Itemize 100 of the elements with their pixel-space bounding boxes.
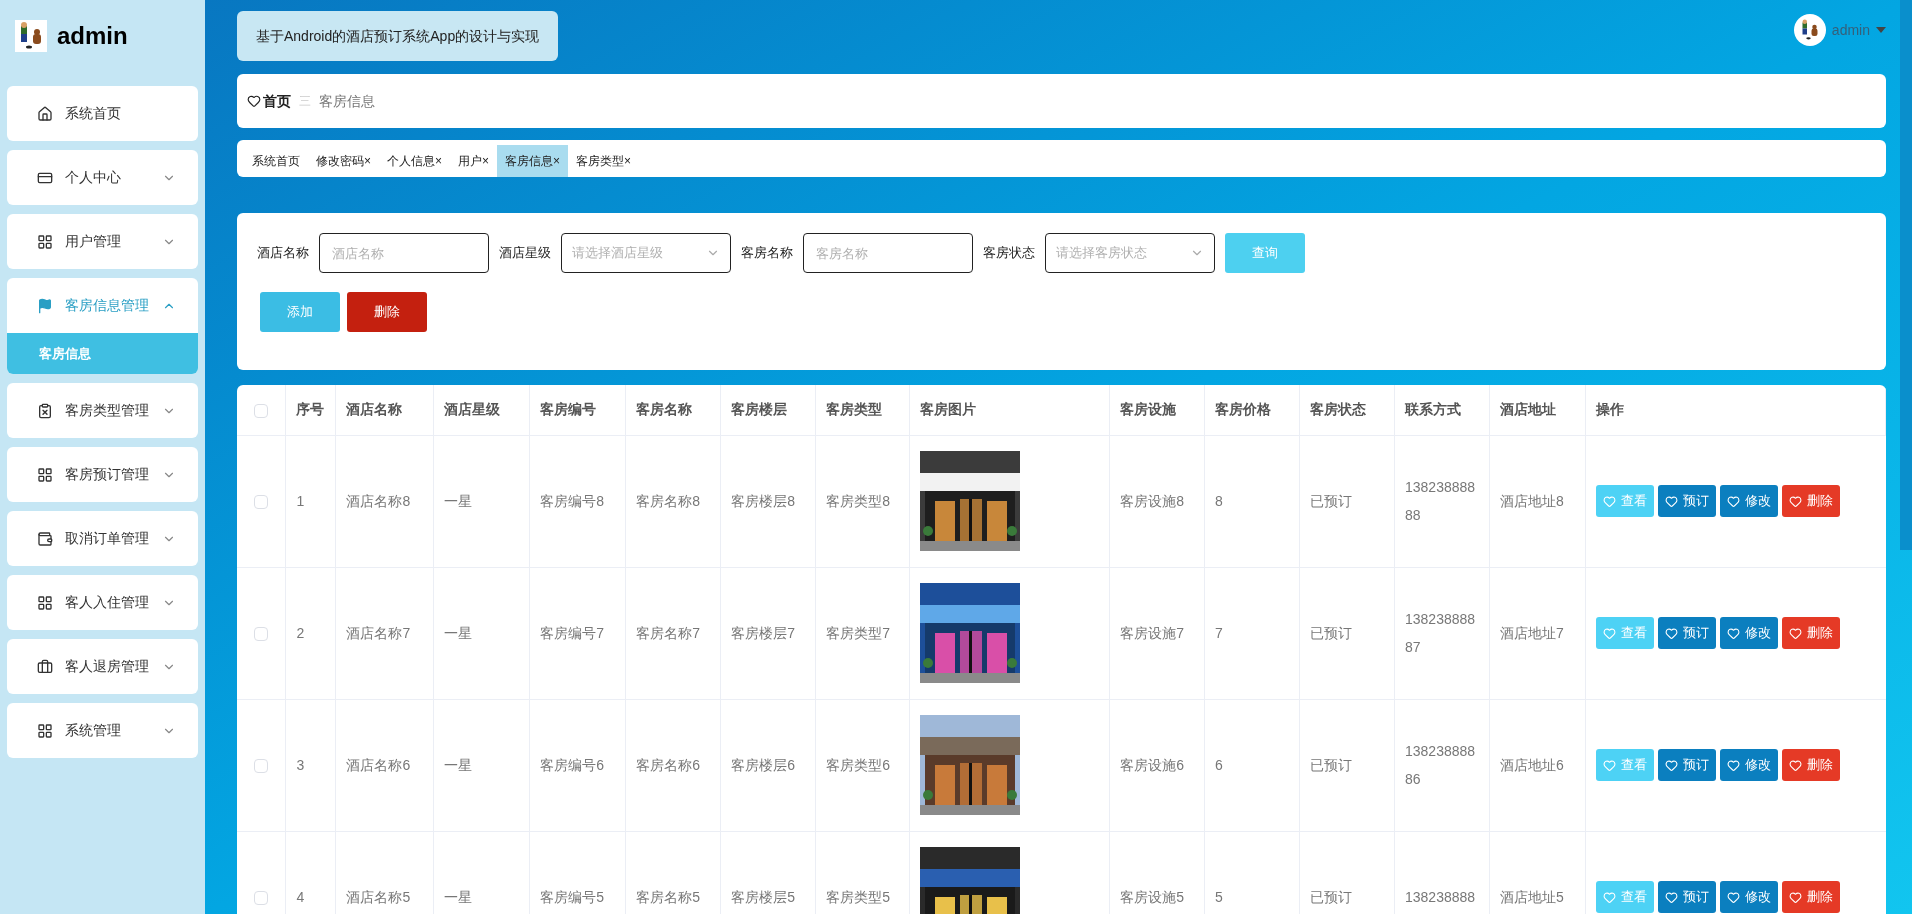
- column-header: 客房名称: [625, 385, 721, 435]
- menu-item[interactable]: 取消订单管理: [7, 511, 198, 566]
- menu-item[interactable]: 客房信息管理: [7, 278, 198, 333]
- close-icon[interactable]: ×: [624, 152, 632, 170]
- close-icon[interactable]: ×: [553, 152, 561, 170]
- grid-icon: [37, 722, 53, 739]
- table-cell: 一星: [433, 699, 530, 831]
- checkbox[interactable]: [254, 403, 269, 418]
- menu-item[interactable]: 客人入住管理: [7, 575, 198, 630]
- table-cell: 已预订: [1299, 435, 1395, 567]
- action-button[interactable]: 修改: [1719, 617, 1778, 649]
- heart-icon: [1788, 626, 1802, 640]
- checkbox[interactable]: [254, 890, 269, 905]
- table-cell: 7: [1204, 567, 1300, 699]
- action-button[interactable]: 预订: [1657, 617, 1716, 649]
- heart-icon: [1602, 494, 1616, 508]
- table-cell: 一星: [433, 435, 530, 567]
- app-title: 基于Android的酒店预订系统App的设计与实现: [237, 11, 559, 61]
- action-button[interactable]: 删除: [1781, 485, 1840, 517]
- table-cell: 客房名称6: [625, 699, 721, 831]
- heart-icon: [1664, 494, 1678, 508]
- table-cell: 一星: [433, 567, 530, 699]
- delete-button[interactable]: 删除: [347, 292, 427, 332]
- table-cell: 酒店地址8: [1489, 435, 1586, 567]
- table-cell: 客房楼层7: [720, 567, 816, 699]
- heart-icon: [1726, 494, 1740, 508]
- table-cell: 8: [1204, 435, 1300, 567]
- table-cell: 酒店地址5: [1489, 831, 1586, 914]
- table-cell: 客房名称7: [625, 567, 721, 699]
- checkbox[interactable]: [254, 494, 269, 509]
- flag-icon: [37, 297, 53, 314]
- input-field[interactable]: 客房名称: [803, 233, 973, 273]
- table-cell: 客房编号6: [529, 699, 626, 831]
- menu-item[interactable]: 客人退房管理: [7, 639, 198, 694]
- table-cell: 客房设施5: [1109, 831, 1205, 914]
- field-label: 酒店名称: [257, 244, 309, 263]
- action-button[interactable]: 预订: [1657, 485, 1716, 517]
- tab[interactable]: 客房信息×: [497, 145, 569, 177]
- menu-item[interactable]: 系统管理: [7, 703, 198, 758]
- grid-icon: [37, 466, 53, 483]
- heart-icon: [1664, 626, 1678, 640]
- close-icon[interactable]: ×: [435, 152, 443, 170]
- user-menu[interactable]: admin: [1793, 14, 1886, 46]
- table-cell: 酒店名称5: [335, 831, 434, 914]
- action-button[interactable]: 删除: [1781, 881, 1840, 913]
- menu-item[interactable]: 个人中心: [7, 150, 198, 205]
- table-cell: 1: [285, 435, 336, 567]
- action-button[interactable]: 修改: [1719, 749, 1778, 781]
- table-cell: 客房设施6: [1109, 699, 1205, 831]
- grid-icon: [37, 594, 53, 611]
- add-button[interactable]: 添加: [260, 292, 340, 332]
- heart-icon: [247, 94, 261, 108]
- table-cell: 客房编号7: [529, 567, 626, 699]
- action-button[interactable]: 预订: [1657, 881, 1716, 913]
- heart-icon: [1602, 890, 1616, 904]
- action-button[interactable]: 删除: [1781, 617, 1840, 649]
- field-label: 客房状态: [983, 244, 1035, 263]
- table-cell: 4: [285, 831, 336, 914]
- checkbox[interactable]: [254, 758, 269, 773]
- action-button[interactable]: 修改: [1719, 485, 1778, 517]
- table-cell: 客房设施7: [1109, 567, 1205, 699]
- column-header: 酒店星级: [433, 385, 530, 435]
- caret-icon: [1876, 27, 1886, 33]
- table-cell: 客房名称5: [625, 831, 721, 914]
- heart-icon: [1788, 758, 1802, 772]
- table-cell: 客房类型6: [815, 699, 910, 831]
- action-button[interactable]: 修改: [1719, 881, 1778, 913]
- wallet-icon: [37, 530, 53, 547]
- column-header: 序号: [285, 385, 336, 435]
- menu-item[interactable]: 客房预订管理: [7, 447, 198, 502]
- menu-item[interactable]: 用户管理: [7, 214, 198, 269]
- close-icon[interactable]: ×: [482, 152, 490, 170]
- table-cell: 3: [285, 699, 336, 831]
- action-button[interactable]: 预订: [1657, 749, 1716, 781]
- clipboard-icon: [37, 402, 53, 419]
- column-header: 客房编号: [529, 385, 626, 435]
- checkbox[interactable]: [254, 626, 269, 641]
- heart-icon: [1664, 758, 1678, 772]
- breadcrumb-home[interactable]: 首页: [263, 90, 291, 112]
- menu-item[interactable]: 系统首页: [7, 86, 198, 141]
- select-field[interactable]: 请选择客房状态: [1045, 233, 1215, 273]
- close-icon[interactable]: ×: [364, 152, 371, 170]
- column-header: 客房价格: [1204, 385, 1300, 435]
- select-field[interactable]: 请选择酒店星级: [561, 233, 731, 273]
- column-header: 客房类型: [815, 385, 910, 435]
- heart-icon: [1602, 626, 1616, 640]
- scrollbar[interactable]: [1900, 0, 1912, 550]
- menu-item[interactable]: 客房类型管理: [7, 383, 198, 438]
- column-header: 客房状态: [1299, 385, 1395, 435]
- column-header: 酒店名称: [335, 385, 434, 435]
- table-cell: 客房楼层5: [720, 831, 816, 914]
- column-header: 操作: [1585, 385, 1886, 435]
- home-icon: [37, 105, 53, 122]
- input-field[interactable]: 酒店名称: [319, 233, 489, 273]
- table-cell: 2: [285, 567, 336, 699]
- logo-text: admin: [57, 21, 128, 51]
- table-cell: 客房类型8: [815, 435, 910, 567]
- briefcase-icon: [37, 658, 53, 675]
- table-cell: 客房楼层6: [720, 699, 816, 831]
- action-button[interactable]: 删除: [1781, 749, 1840, 781]
